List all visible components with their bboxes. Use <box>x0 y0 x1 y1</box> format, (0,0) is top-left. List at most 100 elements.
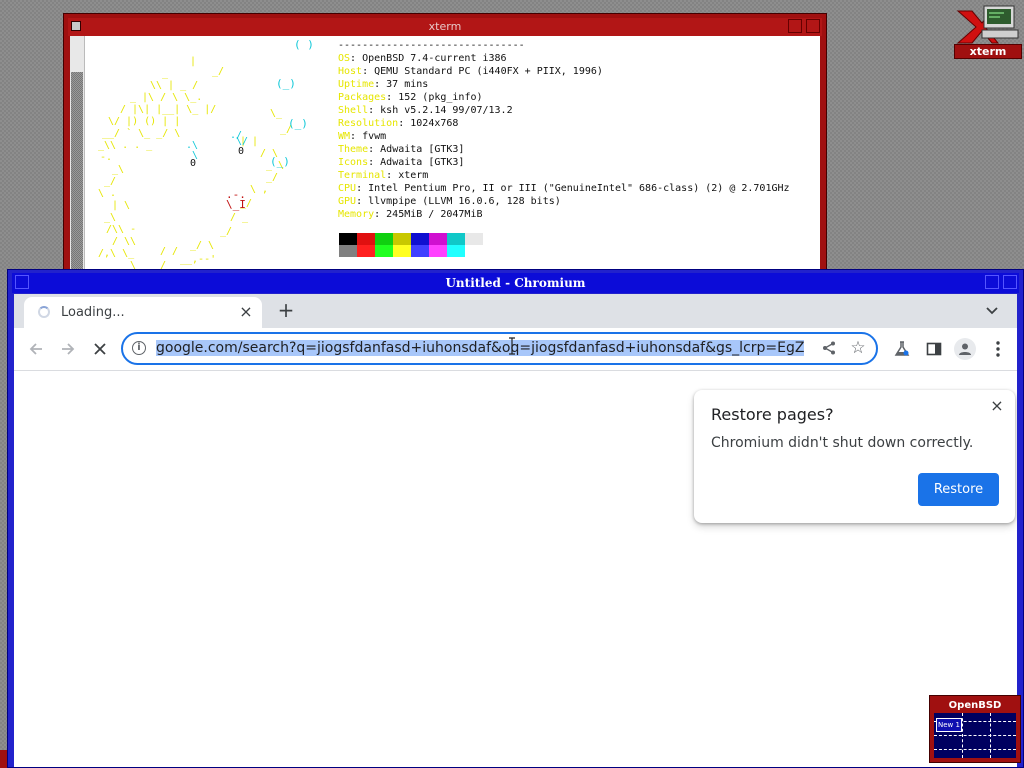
loading-spinner-icon <box>38 306 50 318</box>
stop-loading-button[interactable] <box>88 337 112 361</box>
arrow-right-icon <box>62 343 75 355</box>
svg-text:0: 0 <box>238 146 244 157</box>
pager-grid-line <box>962 713 963 758</box>
minimize-button[interactable] <box>788 19 802 33</box>
restore-pages-bubble: Restore pages? Chromium didn't shut down… <box>694 390 1015 523</box>
chromium-titlebar[interactable]: Untitled - Chromium <box>12 273 1019 293</box>
svg-text:\/ |) () | |: \/ |) () | | <box>108 116 180 127</box>
scrollbar-thumb[interactable] <box>71 72 83 272</box>
side-panel-button[interactable] <box>922 337 946 361</box>
svg-text:_: _ <box>162 68 169 79</box>
color-swatch <box>411 245 429 257</box>
svg-text:__,--': __,--' <box>180 254 216 265</box>
info-value: : 152 (pkg_info) <box>386 92 483 103</box>
svg-text:__/ ` \_ _/ \: __/ ` \_ _/ \ <box>102 127 180 139</box>
info-line: Packages: 152 (pkg_info) <box>338 91 790 104</box>
minimize-button[interactable] <box>985 275 999 289</box>
svg-text:_\\ . . _: _\\ . . _ <box>98 140 153 151</box>
svg-text:\ .: \ . <box>98 188 116 199</box>
bubble-icon: (_) <box>270 155 290 168</box>
info-key: Theme <box>338 144 369 155</box>
tab-loading[interactable]: Loading... × <box>24 297 262 328</box>
address-bar[interactable]: i google.com/search?q=jiogsfdanfasd+iuho… <box>121 332 878 365</box>
info-value: : OpenBSD 7.4-current i386 <box>350 53 507 64</box>
info-value: : llvmpipe (LLVM 16.0.6, 128 bits) <box>356 196 561 207</box>
pager-desk[interactable]: New 1 <box>934 713 1016 758</box>
bubble-close-icon[interactable]: × <box>987 396 1007 416</box>
labs-flask-icon[interactable] <box>890 337 914 361</box>
restore-button[interactable]: Restore <box>918 473 999 506</box>
info-line: CPU: Intel Pentium Pro, II or III ("Genu… <box>338 182 790 195</box>
share-icon[interactable] <box>820 339 838 357</box>
color-swatch <box>393 233 411 245</box>
info-value: : Intel Pentium Pro, II or III ("Genuine… <box>356 183 790 194</box>
maximize-button[interactable] <box>1003 275 1017 289</box>
info-line: Host: QEMU Standard PC (i440FX + PIIX, 1… <box>338 65 790 78</box>
info-key: Memory <box>338 209 375 220</box>
info-separator: ------------------------------- <box>338 40 525 51</box>
info-line: OS: OpenBSD 7.4-current i386 <box>338 52 790 65</box>
pager-title: OpenBSD <box>934 700 1016 712</box>
pager-mini-window[interactable]: New 1 <box>936 718 962 732</box>
bookmark-star-icon[interactable]: ☆ <box>848 338 868 358</box>
info-icon[interactable]: i <box>132 341 146 355</box>
tab-strip: Loading... × + <box>14 294 1017 328</box>
info-line: WM: fvwm <box>338 130 790 143</box>
svg-text:\/: \/ <box>236 136 248 147</box>
info-value: : 37 mins <box>374 79 429 90</box>
terminal-scrollbar[interactable] <box>70 36 85 272</box>
info-line: Terminal: xterm <box>338 169 790 182</box>
info-value: : ksh v5.2.14 99/07/13.2 <box>368 105 513 116</box>
info-line: Theme: Adwaita [GTK3] <box>338 143 790 156</box>
share-glyph-icon <box>823 341 835 355</box>
tab-close-icon[interactable]: × <box>236 302 256 322</box>
desktop-pager[interactable]: OpenBSD New 1 <box>929 695 1021 763</box>
svg-text:_\: _\ <box>112 164 124 175</box>
color-swatch <box>375 245 393 257</box>
url-text[interactable]: google.com/search?q=jiogsfdanfasd+iuhons… <box>156 339 810 358</box>
tab-search-button[interactable] <box>981 300 1003 322</box>
info-line: Resolution: 1024x768 <box>338 117 790 130</box>
svg-text:/ \\: / \\ <box>112 236 136 247</box>
info-value: : xterm <box>386 170 429 181</box>
info-value: : QEMU Standard PC (i440FX + PIIX, 1996) <box>362 66 603 77</box>
bubble-icon: (_) <box>276 77 296 90</box>
bubble-title: Restore pages? <box>711 405 834 424</box>
window-menu-button[interactable] <box>15 275 29 289</box>
info-value: : Adwaita [GTK3] <box>368 157 465 168</box>
info-line: Memory: 245MiB / 2047MiB <box>338 208 790 221</box>
color-swatch <box>447 245 465 257</box>
info-line: Uptime: 37 mins <box>338 78 790 91</box>
window-menu-icon[interactable] <box>71 21 81 31</box>
svg-text:\_: \_ <box>270 108 283 119</box>
xterm-titlebar[interactable]: xterm <box>68 18 822 36</box>
info-key: Resolution <box>338 118 399 129</box>
color-swatch <box>465 233 483 245</box>
color-swatch <box>357 245 375 257</box>
back-button[interactable] <box>24 337 48 361</box>
person-icon <box>959 343 971 355</box>
terminal-area[interactable]: _ | _/ \\ | _ / _ |\ / \ \_. / |\| |__| \_ … <box>70 36 820 272</box>
svg-text:(_): (_) <box>288 117 308 130</box>
svg-text:|: | <box>190 56 196 67</box>
desktop-edge-marker <box>0 750 7 768</box>
info-key: Host <box>338 66 363 77</box>
maximize-button[interactable] <box>806 19 820 33</box>
xterm-title: xterm <box>428 20 462 33</box>
color-swatch <box>465 245 483 257</box>
profile-avatar-icon[interactable] <box>954 338 976 360</box>
svg-text:/ |\| |__| \_ |/: / |\| |__| \_ |/ <box>120 104 216 115</box>
pager-grid-line <box>934 735 1016 736</box>
svg-text:_ |\ / \ \_.: _ |\ / \ \_. <box>130 92 202 103</box>
info-line: Icons: Adwaita [GTK3] <box>338 156 790 169</box>
tab-title: Loading... <box>61 305 125 320</box>
flask-icon <box>894 341 910 356</box>
menu-button[interactable] <box>986 337 1010 361</box>
chevron-down-icon <box>986 307 998 315</box>
info-key: Shell <box>338 105 369 116</box>
new-tab-button[interactable]: + <box>274 299 298 323</box>
xterm-window[interactable]: xterm _ | _/ \\ | _ / _ |\ / \ \_. / |\| |_… <box>63 13 827 273</box>
browser-frame: Loading... × + i google.com/search?q=jio… <box>14 294 1017 767</box>
xterm-icon-label[interactable]: xterm <box>954 44 1022 59</box>
forward-button[interactable] <box>56 337 80 361</box>
